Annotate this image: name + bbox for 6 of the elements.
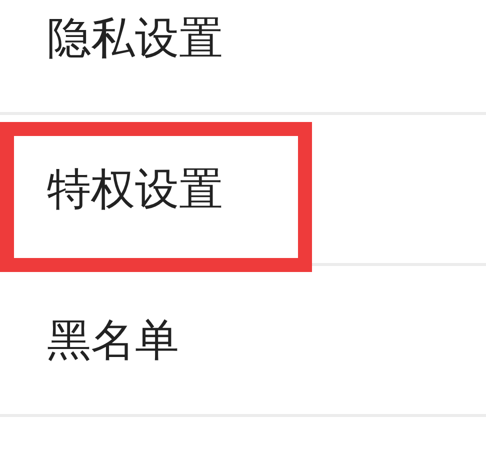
settings-item[interactable]: 黑名单 xyxy=(0,266,486,417)
settings-item-label: 隐私设置 xyxy=(47,12,223,66)
settings-item-label: 特权设置 xyxy=(47,162,223,216)
settings-item[interactable]: 隐私设置 xyxy=(0,0,486,115)
settings-item[interactable]: 特权设置 xyxy=(0,115,486,266)
settings-item-label: 黑名单 xyxy=(47,314,179,368)
